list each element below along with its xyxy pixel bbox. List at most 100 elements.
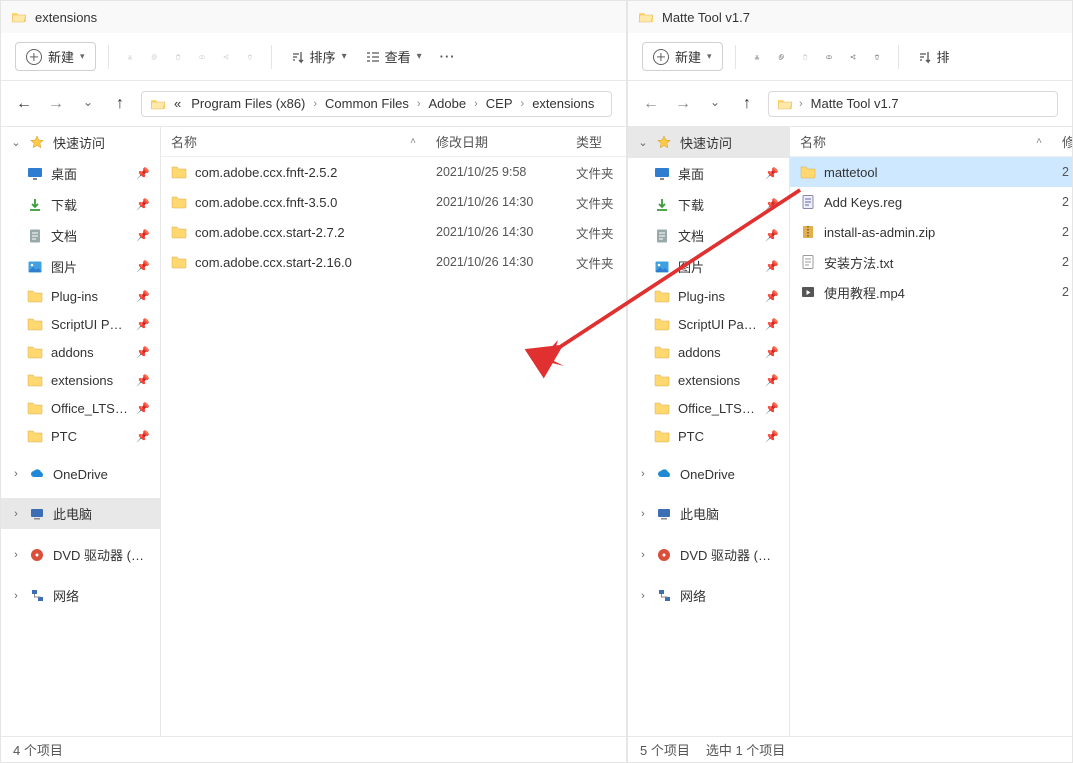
file-type: 文件夹 [566,163,626,182]
recent-down-icon[interactable]: ⌄ [79,95,97,113]
file-row[interactable]: install-as-admin.zip 2 [790,217,1072,247]
file-row[interactable]: 使用教程.mp4 2 [790,277,1072,307]
column-name[interactable]: 名称˄ [790,132,1052,151]
paste-icon[interactable] [169,48,187,66]
file-date: 2021/10/26 14:30 [426,225,566,239]
delete-icon[interactable] [868,48,886,66]
more-button[interactable]: ··· [434,45,462,68]
sidebar-quick-access[interactable]: ⌄快速访问 [1,127,160,158]
up-button[interactable]: ↑ [738,95,756,113]
sidebar-dvd[interactable]: ›DVD 驱动器 (E:) Of [628,539,789,570]
file-date: 2 [1052,255,1072,269]
column-date[interactable]: 修 [1052,132,1072,151]
file-row[interactable]: com.adobe.ccx.start-2.16.0 2021/10/26 14… [161,247,626,277]
share-icon[interactable] [217,48,235,66]
pin-icon: 📌 [136,318,150,331]
sidebar-dvd[interactable]: ›DVD 驱动器 (E:) Of [1,539,160,570]
sidebar-item[interactable]: ScriptUI Panel📌 [1,310,160,338]
sort-label-partial: 排 [937,47,950,66]
sort-button[interactable]: 排 [911,43,956,70]
sidebar-onedrive[interactable]: ›OneDrive [628,460,789,488]
breadcrumb[interactable]: « Program Files (x86)› Common Files› Ado… [141,91,612,117]
sidebar-item[interactable]: 图片📌 [628,251,789,282]
back-button[interactable]: ← [15,95,33,113]
file-row[interactable]: Add Keys.reg 2 [790,187,1072,217]
sidebar-item[interactable]: 图片📌 [1,251,160,282]
file-row[interactable]: com.adobe.ccx.start-2.7.2 2021/10/26 14:… [161,217,626,247]
sidebar-network[interactable]: ›网络 [1,580,160,611]
sidebar-onedrive[interactable]: ›OneDrive [1,460,160,488]
folder-icon [777,96,793,112]
up-button[interactable]: ↑ [111,95,129,113]
sidebar-quick-access[interactable]: ⌄快速访问 [628,127,789,158]
sort-indicator-icon: ˄ [410,136,416,147]
sidebar-item[interactable]: PTC📌 [1,422,160,450]
file-row[interactable]: com.adobe.ccx.fnft-2.5.2 2021/10/25 9:58… [161,157,626,187]
share-icon[interactable] [844,48,862,66]
breadcrumb-item[interactable]: Matte Tool v1.7 [809,96,901,111]
sidebar-item[interactable]: 桌面📌 [1,158,160,189]
sort-button[interactable]: 排序 ▾ [284,43,353,70]
sidebar-item[interactable]: 文档📌 [628,220,789,251]
rename-icon[interactable] [193,48,211,66]
file-date: 2021/10/26 14:30 [426,195,566,209]
breadcrumb-item[interactable]: Adobe [427,96,469,111]
sidebar-item[interactable]: Plug-ins📌 [1,282,160,310]
sidebar-item[interactable]: Plug-ins📌 [628,282,789,310]
delete-icon[interactable] [241,48,259,66]
file-name: com.adobe.ccx.start-2.7.2 [195,225,345,240]
pin-icon: 📌 [765,198,779,211]
sidebar: ⌄快速访问桌面📌下载📌文档📌图片📌Plug-ins📌ScriptUI Panel… [628,127,790,736]
window-title: extensions [35,10,97,25]
column-name[interactable]: 名称˄ [161,132,426,151]
file-row[interactable]: 安装方法.txt 2 [790,247,1072,277]
status-count: 4 个项目 [13,740,63,759]
recent-down-icon[interactable]: ⌄ [706,95,724,113]
sidebar-item[interactable]: addons📌 [628,338,789,366]
breadcrumb-item[interactable]: Program Files (x86) [189,96,307,111]
new-button[interactable]: 新建 ▾ [15,42,96,71]
pin-icon: 📌 [765,318,779,331]
sidebar-item[interactable]: addons📌 [1,338,160,366]
copy-icon[interactable] [145,48,163,66]
sidebar-item[interactable]: ScriptUI Panel📌 [628,310,789,338]
sidebar-item[interactable]: 文档📌 [1,220,160,251]
breadcrumb-item[interactable]: extensions [530,96,596,111]
view-button[interactable]: 查看 ▾ [359,43,428,70]
sidebar-item[interactable]: extensions📌 [628,366,789,394]
breadcrumb-item[interactable]: Common Files [323,96,411,111]
file-date: 2 [1052,225,1072,239]
file-row[interactable]: com.adobe.ccx.fnft-3.5.0 2021/10/26 14:3… [161,187,626,217]
sidebar-item[interactable]: 桌面📌 [628,158,789,189]
copy-icon[interactable] [772,48,790,66]
rename-icon[interactable] [820,48,838,66]
chevron-down-icon: ▾ [707,51,712,62]
cut-icon[interactable] [748,48,766,66]
breadcrumb[interactable]: › Matte Tool v1.7 [768,91,1058,117]
folder-icon [11,9,27,25]
sidebar-item[interactable]: 下载📌 [1,189,160,220]
cut-icon[interactable] [121,48,139,66]
pin-icon: 📌 [765,346,779,359]
sidebar-this-pc[interactable]: ›此电脑 [628,498,789,529]
back-button[interactable]: ← [642,95,660,113]
pin-icon: 📌 [136,167,150,180]
sidebar-item[interactable]: Office_LTSC_ProP📌 [628,394,789,422]
paste-icon[interactable] [796,48,814,66]
forward-button[interactable]: → [674,95,692,113]
file-row[interactable]: mattetool 2 [790,157,1072,187]
column-type[interactable]: 类型 [566,132,626,151]
view-label: 查看 [385,47,411,66]
sidebar-item[interactable]: PTC📌 [628,422,789,450]
sidebar-item[interactable]: Office_LTSC_ProP📌 [1,394,160,422]
forward-button[interactable]: → [47,95,65,113]
sidebar-item[interactable]: extensions📌 [1,366,160,394]
sidebar-item[interactable]: 下载📌 [628,189,789,220]
sidebar-network[interactable]: ›网络 [628,580,789,611]
new-button[interactable]: 新建 ▾ [642,42,723,71]
sidebar-this-pc[interactable]: ›此电脑 [1,498,160,529]
sidebar: ⌄快速访问桌面📌下载📌文档📌图片📌Plug-ins📌ScriptUI Panel… [1,127,161,736]
breadcrumb-item[interactable]: CEP [484,96,515,111]
column-date[interactable]: 修改日期 [426,132,566,151]
pin-icon: 📌 [765,290,779,303]
